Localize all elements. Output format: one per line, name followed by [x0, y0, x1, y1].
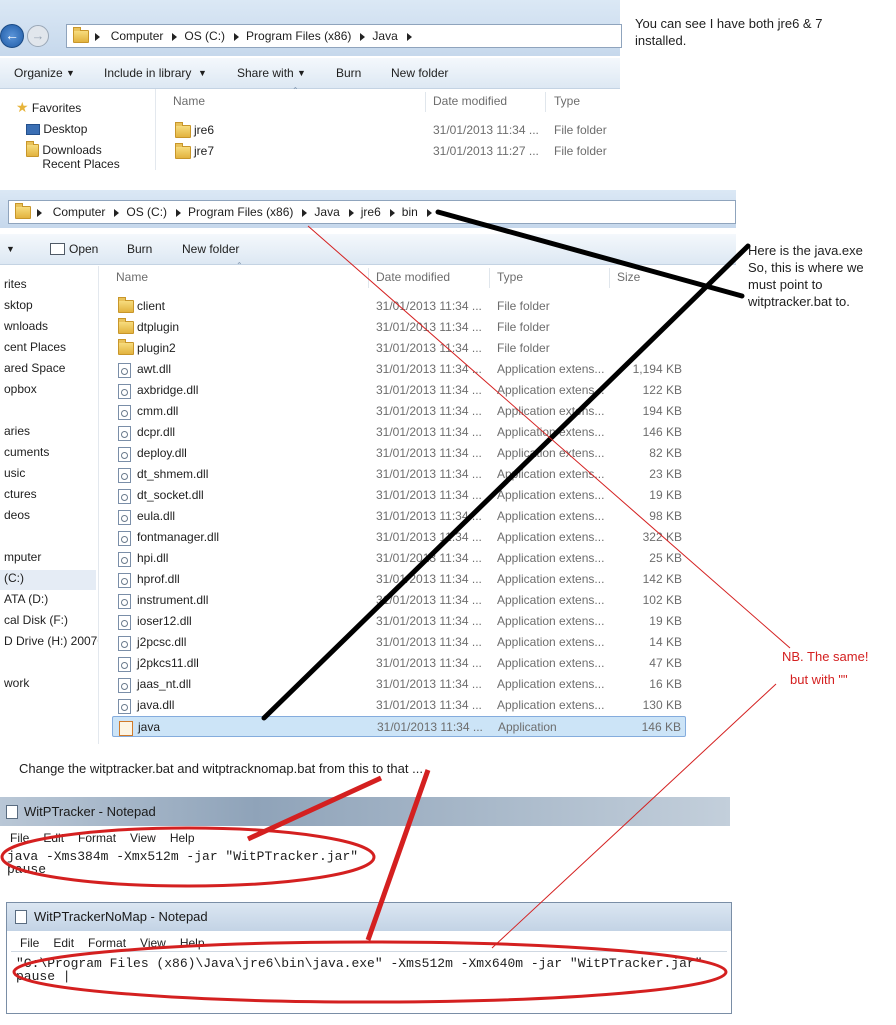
black-arrow-to-bin [435, 209, 745, 299]
black-pointer-lines [261, 209, 751, 721]
red-circle-notepad2 [12, 940, 728, 1004]
black-arrow-to-java [261, 243, 751, 721]
red-arrow-to-notepad2 [365, 769, 431, 941]
annotation-overlay [0, 209, 791, 1004]
red-circle-notepad1 [0, 826, 376, 888]
red-thin-line-jar [491, 683, 777, 949]
red-annotations [0, 225, 791, 1004]
